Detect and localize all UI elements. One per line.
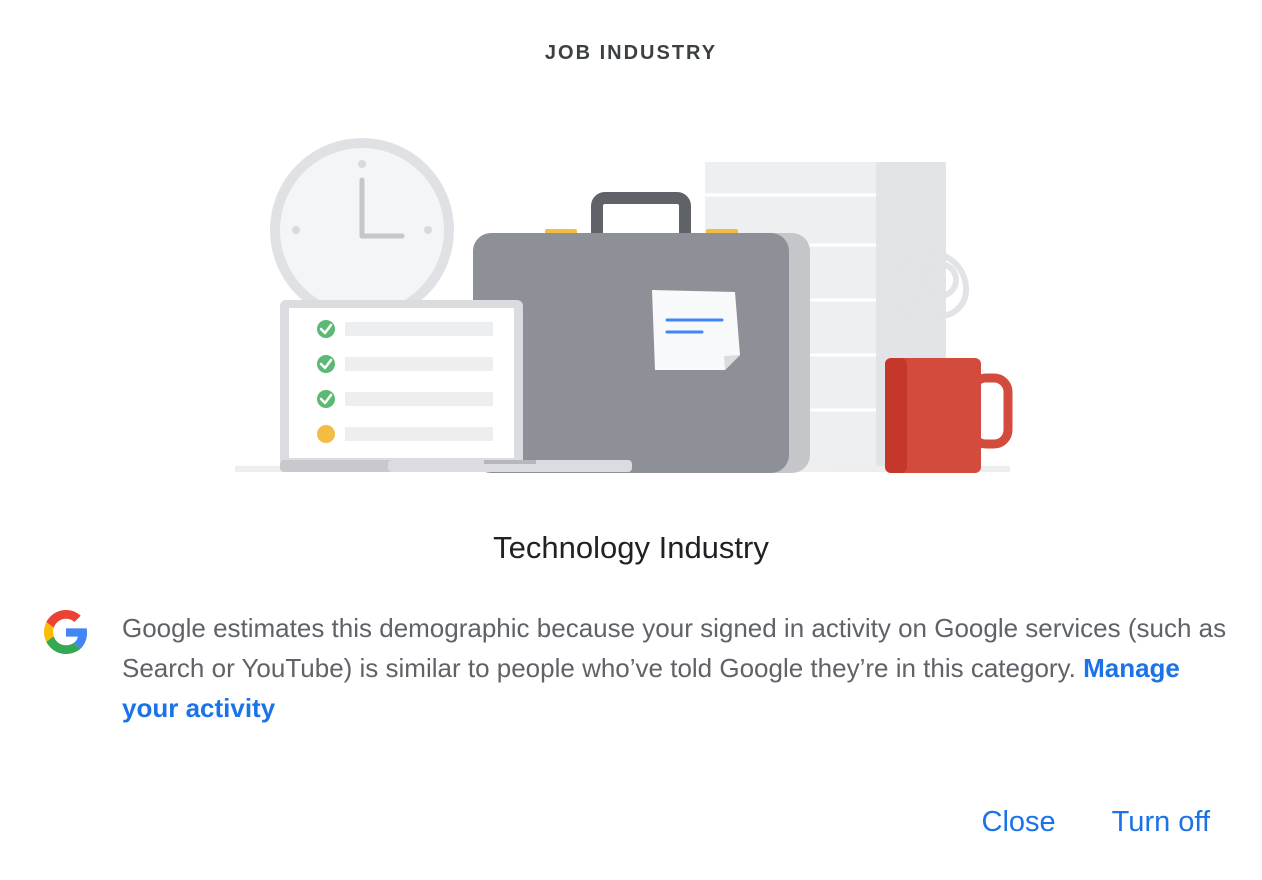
dialog-actions: Close Turn off <box>982 806 1210 839</box>
job-industry-illustration <box>235 138 1013 473</box>
dialog-eyebrow: JOB INDUSTRY <box>544 42 718 64</box>
google-g-icon <box>44 610 88 654</box>
turn-off-button[interactable]: Turn off <box>1112 806 1210 839</box>
close-button[interactable]: Close <box>982 806 1056 839</box>
category-title: Technology Industry <box>493 530 769 565</box>
explanation-text: Google estimates this demographic becaus… <box>122 613 1227 683</box>
demographic-explanation: Google estimates this demographic becaus… <box>122 608 1237 728</box>
category-dialog: JOB INDUSTRY Technology Industry Google … <box>0 0 1262 880</box>
